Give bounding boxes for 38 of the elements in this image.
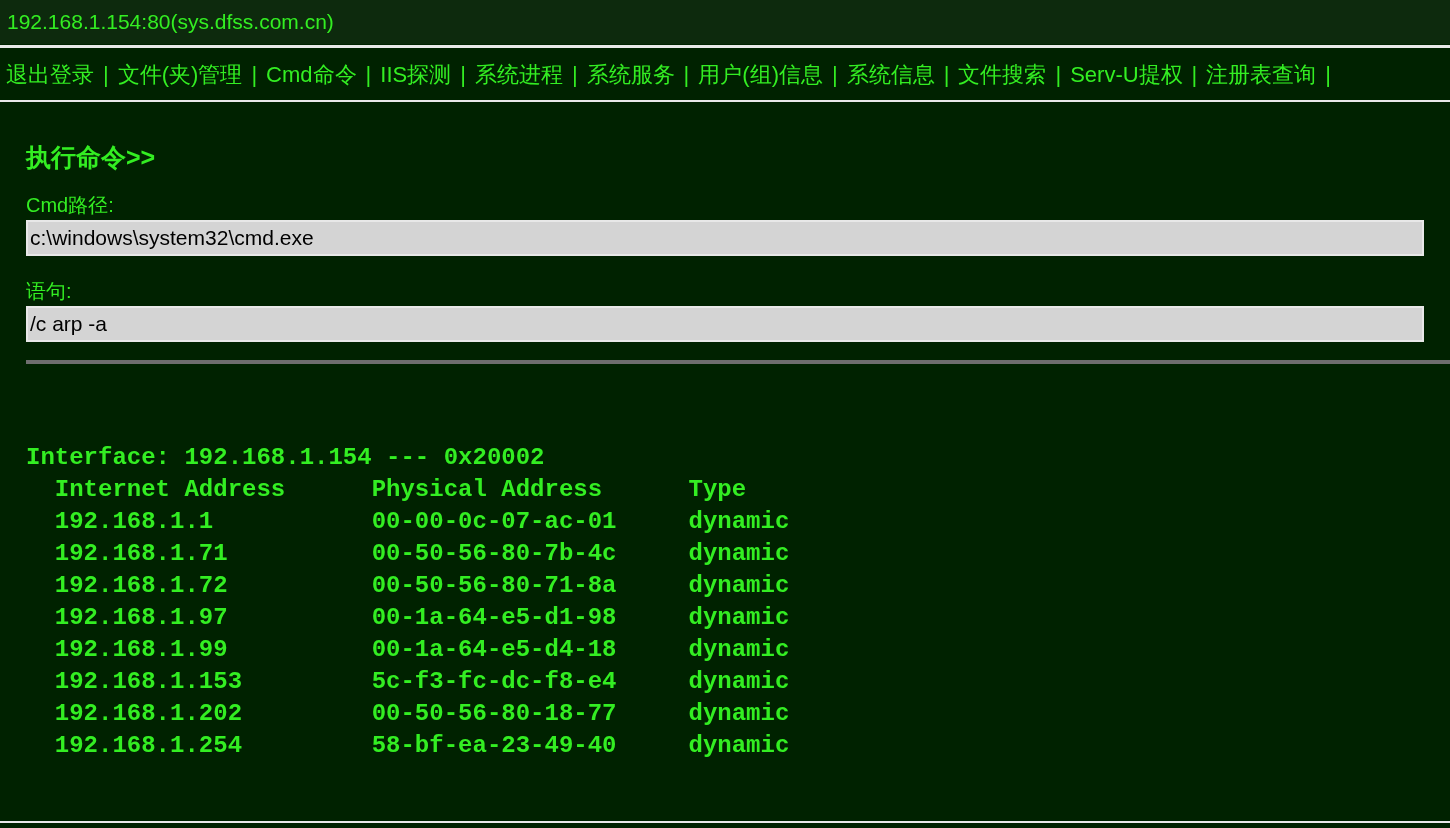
output-line: 192.168.1.1 00-00-0c-07-ac-01 dynamic: [53, 507, 790, 537]
output-line: 192.168.1.202 00-50-56-80-18-77 dynamic: [53, 699, 790, 729]
nav-separator: |: [1325, 60, 1332, 89]
nav-link[interactable]: 注册表查询: [1206, 57, 1317, 91]
nav-link[interactable]: Serv-U提权: [1070, 57, 1183, 91]
output-line: 192.168.1.97 00-1a-64-e5-d1-98 dynamic: [53, 603, 790, 633]
nav-separator: |: [1055, 60, 1062, 89]
nav-separator: |: [683, 60, 690, 89]
output-line: 192.168.1.71 00-50-56-80-7b-4c dynamic: [53, 539, 790, 569]
page-title: 192.168.1.154:80(sys.dfss.com.cn): [7, 9, 334, 36]
nav-separator: |: [103, 60, 109, 89]
nav-separator: |: [460, 60, 466, 89]
output-line: Internet Address Physical Address Type: [53, 475, 747, 505]
output-line: 192.168.1.99 00-1a-64-e5-d4-18 dynamic: [53, 635, 790, 665]
input-field[interactable]: c:\windows\system32\cmd.exe: [26, 220, 1424, 256]
nav-separator: |: [365, 60, 372, 89]
nav-link[interactable]: 文件搜索: [958, 57, 1047, 91]
nav-separator: |: [943, 60, 950, 89]
nav-link[interactable]: 系统信息: [846, 57, 935, 91]
field-label: Cmd路径:: [26, 193, 115, 218]
input-field[interactable]: /c arp -a: [26, 306, 1424, 342]
nav-separator: |: [571, 60, 578, 89]
nav-separator: |: [1191, 60, 1198, 89]
nav-separator: |: [251, 60, 258, 89]
output-line: 192.168.1.153 5c-f3-fc-dc-f8-e4 dynamic: [53, 667, 790, 697]
output-line: 192.168.1.254 58-bf-ea-23-49-40 dynamic: [53, 731, 790, 761]
output-line: Interface: 192.168.1.154 --- 0x20002: [26, 443, 545, 473]
field-label: 语句:: [26, 279, 73, 304]
section-title: 执行命令>>: [26, 142, 157, 172]
nav-link[interactable]: 系统服务: [586, 57, 675, 91]
nav-link[interactable]: Cmd命令: [266, 57, 357, 91]
nav-link[interactable]: 系统进程: [474, 57, 563, 91]
nav-link[interactable]: IIS探测: [380, 57, 452, 91]
nav-separator: |: [832, 60, 838, 89]
nav-link[interactable]: 退出登录: [6, 57, 94, 91]
output-line: 192.168.1.72 00-50-56-80-71-8a dynamic: [53, 571, 790, 601]
nav-link[interactable]: 用户(组)信息: [698, 57, 823, 91]
nav-link[interactable]: 文件(夹)管理: [117, 57, 243, 91]
